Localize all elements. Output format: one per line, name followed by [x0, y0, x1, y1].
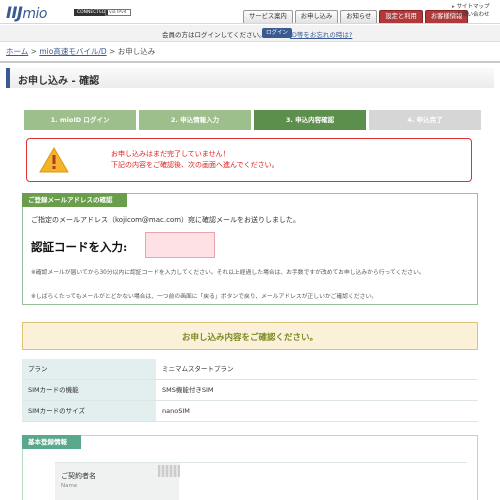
login-bar: 会員の方はログインしてください。 ログイン ID等をお忘れの時は? [0, 25, 500, 42]
auth-code-label: 認証コードを入力: [31, 240, 128, 254]
main-tabs: サービス案内 お申し込み お知らせ 設定と利用 お客様情報 [243, 10, 469, 23]
sitemap-link[interactable]: ▸ サイトマップ [452, 3, 490, 11]
breadcrumb-home[interactable]: ホーム [6, 47, 28, 56]
table-row: SIMカードのサイズ nanoSIM [22, 401, 478, 422]
email-sent-message: ご指定のメールアドレス（kojicom@mac.com）宛に確認メールをお送りし… [31, 216, 301, 224]
alert-line-2: 下記の内容をご確認後、次の画面へ進んでください。 [111, 161, 279, 169]
table-row: プラン ミニマムスタートプラン [22, 359, 478, 380]
forgot-id-link[interactable]: ID等をお忘れの時は? [290, 29, 352, 39]
alert-line-1: お申し込みはまだ完了していません！ [111, 150, 230, 158]
email-confirm-section: ご登録メールアドレスの確認 ご指定のメールアドレス（kojicom@mac.co… [22, 193, 478, 305]
contract-name-row: ご契約者名 Name [55, 462, 467, 500]
step-login: 1. mioID ログイン [24, 110, 136, 130]
step-confirm: 3. 申込内容確認 [254, 110, 366, 130]
breadcrumb: ホーム > mio高速モバイル/D > お申し込み [6, 46, 155, 57]
connected-badge: CONNECTED [74, 9, 109, 16]
tab-apply[interactable]: お申し込み [294, 10, 339, 23]
code-expiry-note: ※確認メールが届いてから30分以内に認証コードを入力してください。それ以上経過し… [31, 270, 425, 276]
top-links: ▸ サイトマップ ▸ お問い合わせ [452, 3, 490, 19]
row-value: ミニマムスタートプラン [162, 365, 234, 373]
row-label: SIMカードの機能 [22, 380, 156, 400]
bullet-icon: ▸ [452, 4, 455, 10]
no-email-note: ※しばらくたってもメールがとどかない場合は、一つ前の画面に「戻る」ボタンで戻り、… [31, 294, 378, 300]
exclamation-icon [39, 147, 69, 173]
section-label: 基本登録情報 [22, 435, 81, 449]
bullet-icon: ▸ [452, 12, 455, 18]
step-input: 2. 申込情報入力 [139, 110, 251, 130]
breadcrumb-current: お申し込み [117, 47, 156, 56]
auth-code-input[interactable] [145, 232, 215, 258]
row-label: プラン [22, 359, 156, 379]
tab-news[interactable]: お知らせ [340, 10, 378, 23]
progress-steps: 1. mioID ログイン 2. 申込情報入力 3. 申込内容確認 4. 申込完… [24, 110, 481, 130]
row-value: SMS機能付きSIM [162, 386, 214, 394]
contract-name-sublabel: Name [61, 483, 78, 489]
confirm-banner-text: お申し込み内容をご確認ください。 [181, 333, 318, 343]
order-table: プラン ミニマムスタートプラン SIMカードの機能 SMS機能付きSIM SIM… [22, 359, 478, 422]
breadcrumb-separator: > [109, 47, 116, 56]
page-title-bar: お申し込み - 確認 [6, 68, 494, 88]
tab-settings[interactable]: 設定と利用 [379, 10, 423, 23]
row-label: SIMカードのサイズ [22, 401, 156, 421]
contact-link[interactable]: ▸ お問い合わせ [452, 11, 490, 19]
breadcrumb-separator: > [30, 47, 37, 56]
section-label: ご登録メールアドレスの確認 [22, 193, 127, 207]
row-value: nanoSIM [162, 407, 190, 415]
confirm-banner: お申し込み内容をご確認ください。 [22, 322, 478, 350]
iijmio-logo[interactable]: IIJmio [6, 3, 47, 22]
incomplete-alert: お申し込みはまだ完了していません！ 下記の内容をご確認後、次の画面へ進んでくださ… [26, 138, 472, 182]
step-complete: 4. 申込完了 [369, 110, 481, 130]
ipv4-badge: via IPv4 [105, 9, 131, 16]
basic-info-section: 基本登録情報 ご契約者名 Name [22, 435, 478, 500]
alert-text: お申し込みはまだ完了していません！ 下記の内容をご確認後、次の画面へ進んでくださ… [111, 149, 279, 171]
contract-name-label: ご契約者名 [61, 472, 96, 480]
page-title: お申し込み - 確認 [18, 76, 100, 87]
site-header: IIJmio CONNECTED via IPv4 サービス案内 お申し込み お… [0, 0, 500, 24]
table-row: SIMカードの機能 SMS機能付きSIM [22, 380, 478, 401]
redacted-name [158, 465, 180, 477]
breadcrumb-product[interactable]: mio高速モバイル/D [39, 47, 106, 56]
login-message: 会員の方はログインしてください。 [162, 31, 266, 39]
tab-service-info[interactable]: サービス案内 [243, 10, 293, 23]
login-button[interactable]: ログイン [262, 28, 293, 38]
breadcrumb-divider [0, 61, 500, 63]
